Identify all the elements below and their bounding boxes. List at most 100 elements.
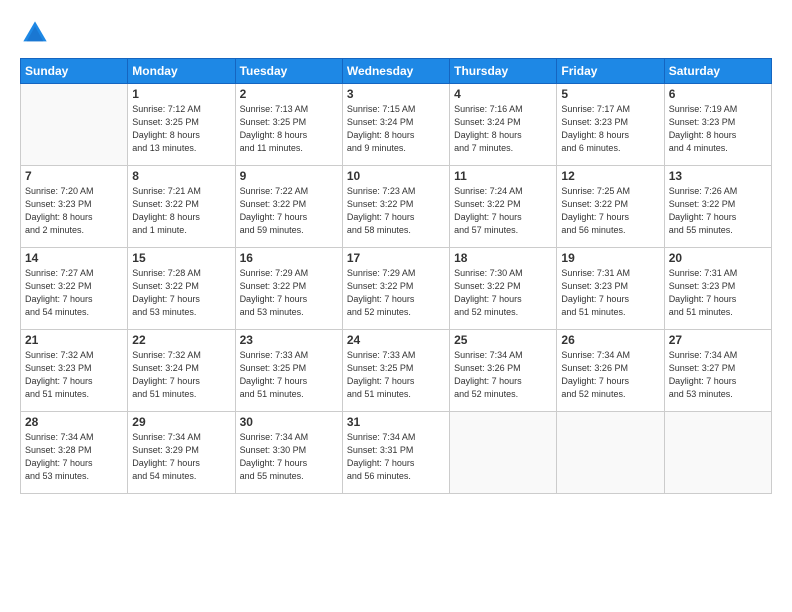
day-cell: 15Sunrise: 7:28 AM Sunset: 3:22 PM Dayli… (128, 248, 235, 330)
day-cell: 26Sunrise: 7:34 AM Sunset: 3:26 PM Dayli… (557, 330, 664, 412)
calendar-header-thursday: Thursday (450, 59, 557, 84)
logo-icon (20, 18, 50, 48)
day-cell: 27 Sunrise: 7:34 AM Sunset: 3:27 PM Dayli… (664, 330, 771, 412)
day-cell: 21 Sunrise: 7:32 AM Sunset: 3:23 PM Dayli… (21, 330, 128, 412)
day-number: 4 (454, 87, 552, 101)
day-info: Sunrise: 7:33 AM Sunset: 3:25 PM Dayligh… (240, 349, 338, 401)
day-number: 14 (25, 251, 123, 265)
calendar-header-monday: Monday (128, 59, 235, 84)
day-info: Sunrise: 7:28 AM Sunset: 3:22 PM Dayligh… (132, 267, 230, 319)
day-number: 10 (347, 169, 445, 183)
day-cell (450, 412, 557, 494)
day-info: Sunrise: 7:24 AM Sunset: 3:22 PM Dayligh… (454, 185, 552, 237)
day-number: 27 (669, 333, 767, 347)
calendar-header-wednesday: Wednesday (342, 59, 449, 84)
day-info: Sunrise: 7:16 AM Sunset: 3:24 PM Dayligh… (454, 103, 552, 155)
day-cell: 7 Sunrise: 7:20 AM Sunset: 3:23 PM Daylig… (21, 166, 128, 248)
day-info: Sunrise: 7:32 AM Sunset: 3:23 PM Dayligh… (25, 349, 123, 401)
day-cell: 20 Sunrise: 7:31 AM Sunset: 3:23 PM Dayli… (664, 248, 771, 330)
day-info: Sunrise: 7:25 AM Sunset: 3:22 PM Dayligh… (561, 185, 659, 237)
week-row-4: 28 Sunrise: 7:34 AM Sunset: 3:28 PM Dayli… (21, 412, 772, 494)
day-number: 11 (454, 169, 552, 183)
day-cell: 6 Sunrise: 7:19 AM Sunset: 3:23 PM Daylig… (664, 84, 771, 166)
day-number: 31 (347, 415, 445, 429)
day-cell: 23 Sunrise: 7:33 AM Sunset: 3:25 PM Dayli… (235, 330, 342, 412)
day-cell: 17Sunrise: 7:29 AM Sunset: 3:22 PM Dayli… (342, 248, 449, 330)
day-info: Sunrise: 7:20 AM Sunset: 3:23 PM Dayligh… (25, 185, 123, 237)
day-number: 23 (240, 333, 338, 347)
day-cell: 9 Sunrise: 7:22 AM Sunset: 3:22 PM Daylig… (235, 166, 342, 248)
day-number: 12 (561, 169, 659, 183)
day-cell: 29 Sunrise: 7:34 AM Sunset: 3:29 PM Dayli… (128, 412, 235, 494)
day-number: 28 (25, 415, 123, 429)
day-cell: 12 Sunrise: 7:25 AM Sunset: 3:22 PM Dayli… (557, 166, 664, 248)
day-info: Sunrise: 7:31 AM Sunset: 3:23 PM Dayligh… (669, 267, 767, 319)
day-number: 26 (561, 333, 659, 347)
day-number: 3 (347, 87, 445, 101)
day-cell: 28 Sunrise: 7:34 AM Sunset: 3:28 PM Dayli… (21, 412, 128, 494)
day-cell: 10 Sunrise: 7:23 AM Sunset: 3:22 PM Dayli… (342, 166, 449, 248)
week-row-1: 7 Sunrise: 7:20 AM Sunset: 3:23 PM Daylig… (21, 166, 772, 248)
day-number: 6 (669, 87, 767, 101)
day-cell: 16 Sunrise: 7:29 AM Sunset: 3:22 PM Dayli… (235, 248, 342, 330)
day-info: Sunrise: 7:13 AM Sunset: 3:25 PM Dayligh… (240, 103, 338, 155)
calendar-header-saturday: Saturday (664, 59, 771, 84)
day-info: Sunrise: 7:34 AM Sunset: 3:28 PM Dayligh… (25, 431, 123, 483)
logo (20, 18, 52, 48)
day-info: Sunrise: 7:12 AM Sunset: 3:25 PM Dayligh… (132, 103, 230, 155)
day-info: Sunrise: 7:33 AM Sunset: 3:25 PM Dayligh… (347, 349, 445, 401)
day-cell: 19Sunrise: 7:31 AM Sunset: 3:23 PM Dayli… (557, 248, 664, 330)
day-cell: 1 Sunrise: 7:12 AM Sunset: 3:25 PM Daylig… (128, 84, 235, 166)
calendar-header-tuesday: Tuesday (235, 59, 342, 84)
day-info: Sunrise: 7:19 AM Sunset: 3:23 PM Dayligh… (669, 103, 767, 155)
day-cell (21, 84, 128, 166)
day-number: 25 (454, 333, 552, 347)
day-number: 9 (240, 169, 338, 183)
day-info: Sunrise: 7:27 AM Sunset: 3:22 PM Dayligh… (25, 267, 123, 319)
day-cell: 8Sunrise: 7:21 AM Sunset: 3:22 PM Daylig… (128, 166, 235, 248)
day-number: 7 (25, 169, 123, 183)
day-number: 24 (347, 333, 445, 347)
day-info: Sunrise: 7:17 AM Sunset: 3:23 PM Dayligh… (561, 103, 659, 155)
day-number: 16 (240, 251, 338, 265)
day-info: Sunrise: 7:34 AM Sunset: 3:26 PM Dayligh… (454, 349, 552, 401)
day-cell: 30Sunrise: 7:34 AM Sunset: 3:30 PM Dayli… (235, 412, 342, 494)
week-row-0: 1 Sunrise: 7:12 AM Sunset: 3:25 PM Daylig… (21, 84, 772, 166)
week-row-2: 14 Sunrise: 7:27 AM Sunset: 3:22 PM Dayli… (21, 248, 772, 330)
day-info: Sunrise: 7:34 AM Sunset: 3:29 PM Dayligh… (132, 431, 230, 483)
day-info: Sunrise: 7:32 AM Sunset: 3:24 PM Dayligh… (132, 349, 230, 401)
day-number: 13 (669, 169, 767, 183)
day-info: Sunrise: 7:34 AM Sunset: 3:30 PM Dayligh… (240, 431, 338, 483)
day-number: 2 (240, 87, 338, 101)
day-cell: 25 Sunrise: 7:34 AM Sunset: 3:26 PM Dayli… (450, 330, 557, 412)
calendar-header-friday: Friday (557, 59, 664, 84)
day-cell: 11 Sunrise: 7:24 AM Sunset: 3:22 PM Dayli… (450, 166, 557, 248)
day-cell: 18 Sunrise: 7:30 AM Sunset: 3:22 PM Dayli… (450, 248, 557, 330)
day-number: 29 (132, 415, 230, 429)
week-row-3: 21 Sunrise: 7:32 AM Sunset: 3:23 PM Dayli… (21, 330, 772, 412)
day-cell: 14 Sunrise: 7:27 AM Sunset: 3:22 PM Dayli… (21, 248, 128, 330)
day-info: Sunrise: 7:29 AM Sunset: 3:22 PM Dayligh… (240, 267, 338, 319)
day-info: Sunrise: 7:21 AM Sunset: 3:22 PM Dayligh… (132, 185, 230, 237)
day-info: Sunrise: 7:22 AM Sunset: 3:22 PM Dayligh… (240, 185, 338, 237)
day-info: Sunrise: 7:30 AM Sunset: 3:22 PM Dayligh… (454, 267, 552, 319)
day-number: 18 (454, 251, 552, 265)
day-number: 21 (25, 333, 123, 347)
day-cell: 3 Sunrise: 7:15 AM Sunset: 3:24 PM Daylig… (342, 84, 449, 166)
day-info: Sunrise: 7:15 AM Sunset: 3:24 PM Dayligh… (347, 103, 445, 155)
day-number: 19 (561, 251, 659, 265)
day-info: Sunrise: 7:34 AM Sunset: 3:27 PM Dayligh… (669, 349, 767, 401)
day-cell: 13Sunrise: 7:26 AM Sunset: 3:22 PM Dayli… (664, 166, 771, 248)
day-info: Sunrise: 7:23 AM Sunset: 3:22 PM Dayligh… (347, 185, 445, 237)
day-number: 1 (132, 87, 230, 101)
day-number: 20 (669, 251, 767, 265)
day-number: 22 (132, 333, 230, 347)
header (20, 18, 772, 48)
day-cell (664, 412, 771, 494)
day-info: Sunrise: 7:34 AM Sunset: 3:31 PM Dayligh… (347, 431, 445, 483)
calendar-header-row: SundayMondayTuesdayWednesdayThursdayFrid… (21, 59, 772, 84)
day-cell: 24 Sunrise: 7:33 AM Sunset: 3:25 PM Dayli… (342, 330, 449, 412)
calendar-header-sunday: Sunday (21, 59, 128, 84)
day-cell: 2 Sunrise: 7:13 AM Sunset: 3:25 PM Daylig… (235, 84, 342, 166)
calendar-page: SundayMondayTuesdayWednesdayThursdayFrid… (0, 0, 792, 612)
